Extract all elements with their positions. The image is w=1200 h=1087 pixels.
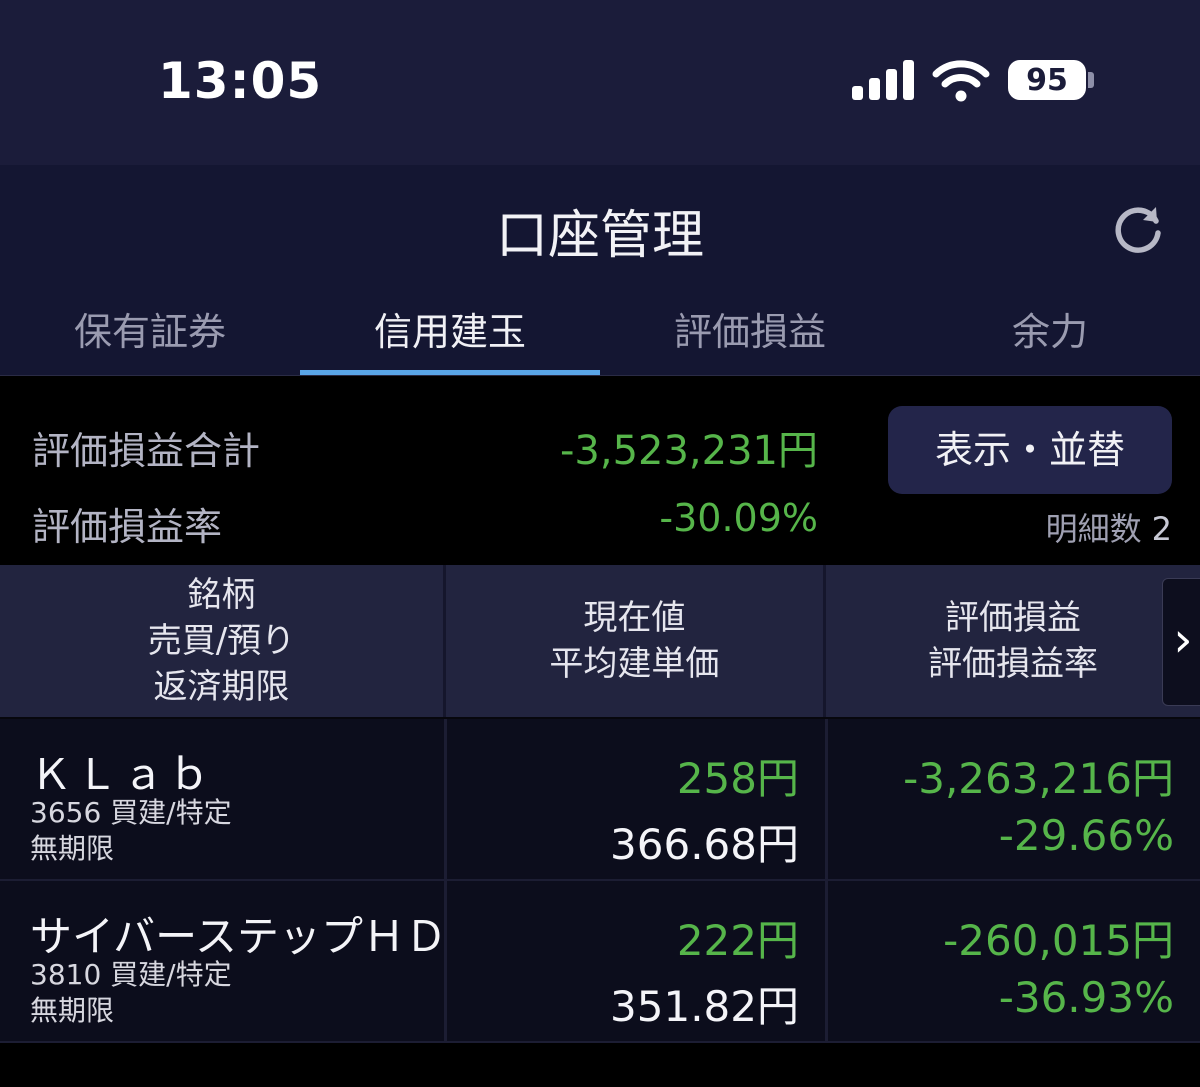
item-count: 明細数 2 bbox=[1046, 504, 1172, 550]
header-trade-type: 売買/預り bbox=[147, 621, 296, 661]
table-header: 銘柄 売買/預り 返済期限 現在値 平均建単価 評価損益 評価損益率 bbox=[0, 565, 1200, 717]
bottom-spacer bbox=[0, 1043, 1200, 1087]
pnl-value: -3,263,216円 bbox=[903, 754, 1174, 803]
header-avg-price: 平均建単価 bbox=[549, 644, 720, 684]
current-price: 258円 bbox=[676, 754, 799, 803]
table-row[interactable]: サイバーステップＨＤ 3810 買建/特定 無期限 222円 351.82円 -… bbox=[0, 881, 1200, 1043]
pnl-cell: -260,015円 -36.93% bbox=[828, 881, 1200, 1041]
battery-tip bbox=[1088, 72, 1094, 88]
pnl-rate: -36.93% bbox=[998, 973, 1174, 1022]
total-pnl-value: -3,523,231円 bbox=[559, 428, 818, 474]
tab-bar: 保有証券 信用建玉 評価損益 余力 bbox=[0, 293, 1200, 375]
status-time: 13:05 bbox=[158, 52, 323, 110]
header-pnl: 評価損益 bbox=[944, 598, 1081, 638]
battery-icon: 95 bbox=[1008, 60, 1086, 100]
header-pnl-rate: 評価損益率 bbox=[927, 644, 1098, 684]
tab-holdings[interactable]: 保有証券 bbox=[0, 293, 300, 375]
pnl-rate-label: 評価損益率 bbox=[32, 505, 223, 549]
stock-cell: ＫＬａｂ 3656 買建/特定 無期限 bbox=[0, 719, 447, 879]
status-bar: 13:05 95 bbox=[0, 0, 1200, 165]
stock-code-trade: 3810 買建/特定 bbox=[30, 958, 232, 991]
header-col-stock[interactable]: 銘柄 売買/預り 返済期限 bbox=[0, 565, 446, 717]
tab-buying-power[interactable]: 余力 bbox=[900, 293, 1200, 375]
item-count-value: 2 bbox=[1151, 510, 1172, 548]
total-pnl-label: 評価損益合計 bbox=[32, 429, 261, 473]
item-count-label: 明細数 bbox=[1045, 510, 1142, 548]
stock-code-trade: 3656 買建/特定 bbox=[30, 796, 232, 829]
header-col-price[interactable]: 現在値 平均建単価 bbox=[446, 565, 826, 717]
current-price: 222円 bbox=[676, 916, 799, 965]
pnl-rate-value: -30.09% bbox=[659, 496, 818, 540]
price-cell: 222円 351.82円 bbox=[447, 881, 828, 1041]
refresh-icon[interactable] bbox=[1112, 203, 1164, 255]
header-stock-name: 銘柄 bbox=[187, 575, 256, 615]
cellular-signal-icon bbox=[852, 60, 914, 100]
stock-cell: サイバーステップＨＤ 3810 買建/特定 無期限 bbox=[0, 881, 447, 1041]
display-sort-button[interactable]: 表示・並替 bbox=[888, 406, 1172, 494]
avg-price: 351.82円 bbox=[610, 982, 799, 1031]
wifi-icon bbox=[932, 60, 990, 102]
pnl-value: -260,015円 bbox=[943, 916, 1174, 965]
header-current-price: 現在値 bbox=[583, 598, 686, 638]
avg-price: 366.68円 bbox=[610, 820, 799, 869]
tab-valuation[interactable]: 評価損益 bbox=[600, 293, 900, 375]
page-title: 口座管理 bbox=[495, 206, 704, 266]
table-row[interactable]: ＫＬａｂ 3656 買建/特定 無期限 258円 366.68円 -3,263,… bbox=[0, 719, 1200, 881]
header-deadline: 返済期限 bbox=[153, 667, 290, 707]
stock-deadline: 無期限 bbox=[30, 994, 115, 1027]
pnl-cell: -3,263,216円 -29.66% bbox=[828, 719, 1200, 879]
stock-deadline: 無期限 bbox=[30, 832, 115, 865]
summary-panel: 評価損益合計 -3,523,231円 評価損益率 -30.09% 表示・並替 明… bbox=[0, 375, 1200, 566]
tab-margin-positions[interactable]: 信用建玉 bbox=[300, 293, 600, 375]
price-cell: 258円 366.68円 bbox=[447, 719, 828, 879]
app-header: 口座管理 保有証券 信用建玉 評価損益 余力 bbox=[0, 165, 1200, 375]
pnl-rate: -29.66% bbox=[998, 811, 1174, 860]
header-col-pnl[interactable]: 評価損益 評価損益率 bbox=[826, 565, 1200, 717]
chevron-right-icon[interactable]: › bbox=[1162, 578, 1200, 706]
